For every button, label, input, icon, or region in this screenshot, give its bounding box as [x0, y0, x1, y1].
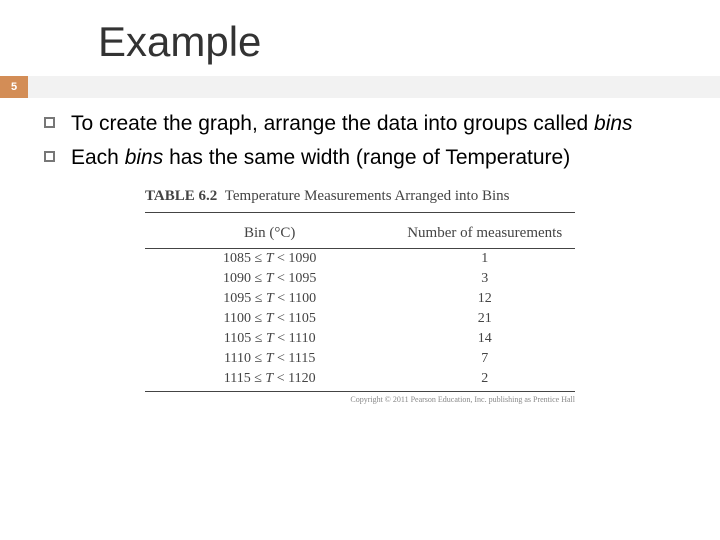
copyright-text: Copyright © 2011 Pearson Education, Inc.… [145, 395, 575, 404]
bullet-text: To create the graph, arrange the data in… [71, 110, 633, 138]
bullet-list: To create the graph, arrange the data in… [0, 98, 720, 173]
bullet-item: To create the graph, arrange the data in… [44, 110, 690, 138]
table-row: 1110 ≤ T < 11157 [145, 349, 575, 369]
table-caption-text: Temperature Measurements Arranged into B… [225, 188, 510, 204]
bin-cell: 1095 ≤ T < 1100 [145, 289, 394, 309]
table-row: 1115 ≤ T < 11202 [145, 369, 575, 392]
bullet-item: Each bins has the same width (range of T… [44, 144, 690, 172]
col-header-bin: Bin (°C) [145, 219, 394, 249]
accent-bar: 5 [0, 76, 720, 98]
count-cell: 3 [394, 269, 575, 289]
text-em: bins [594, 112, 633, 135]
count-cell: 7 [394, 349, 575, 369]
count-cell: 1 [394, 249, 575, 270]
table-row: 1100 ≤ T < 110521 [145, 309, 575, 329]
slide-number: 5 [0, 76, 28, 98]
table-row: 1105 ≤ T < 111014 [145, 329, 575, 349]
bin-cell: 1090 ≤ T < 1095 [145, 269, 394, 289]
table-figure: TABLE 6.2 Temperature Measurements Arran… [145, 187, 575, 405]
col-header-count: Number of measurements [394, 219, 575, 249]
bin-cell: 1085 ≤ T < 1090 [145, 249, 394, 270]
text-run: has the same width (range of Temperature… [163, 146, 570, 169]
bullet-icon [44, 151, 55, 162]
bullet-icon [44, 117, 55, 128]
text-run: Each [71, 146, 125, 169]
bin-cell: 1110 ≤ T < 1115 [145, 349, 394, 369]
bullet-text: Each bins has the same width (range of T… [71, 144, 570, 172]
count-cell: 21 [394, 309, 575, 329]
data-table: Bin (°C) Number of measurements 1085 ≤ T… [145, 219, 575, 392]
table-row: 1095 ≤ T < 110012 [145, 289, 575, 309]
table-number: TABLE 6.2 [145, 188, 217, 204]
count-cell: 2 [394, 369, 575, 392]
table-row: 1090 ≤ T < 10953 [145, 269, 575, 289]
text-run: To create the graph, arrange the data in… [71, 112, 594, 135]
table-row: 1085 ≤ T < 10901 [145, 249, 575, 270]
slide-title: Example [0, 0, 720, 76]
count-cell: 14 [394, 329, 575, 349]
bin-cell: 1105 ≤ T < 1110 [145, 329, 394, 349]
count-cell: 12 [394, 289, 575, 309]
text-em: bins [125, 146, 164, 169]
bin-cell: 1100 ≤ T < 1105 [145, 309, 394, 329]
bin-cell: 1115 ≤ T < 1120 [145, 369, 394, 392]
table-caption: TABLE 6.2 Temperature Measurements Arran… [145, 187, 575, 214]
